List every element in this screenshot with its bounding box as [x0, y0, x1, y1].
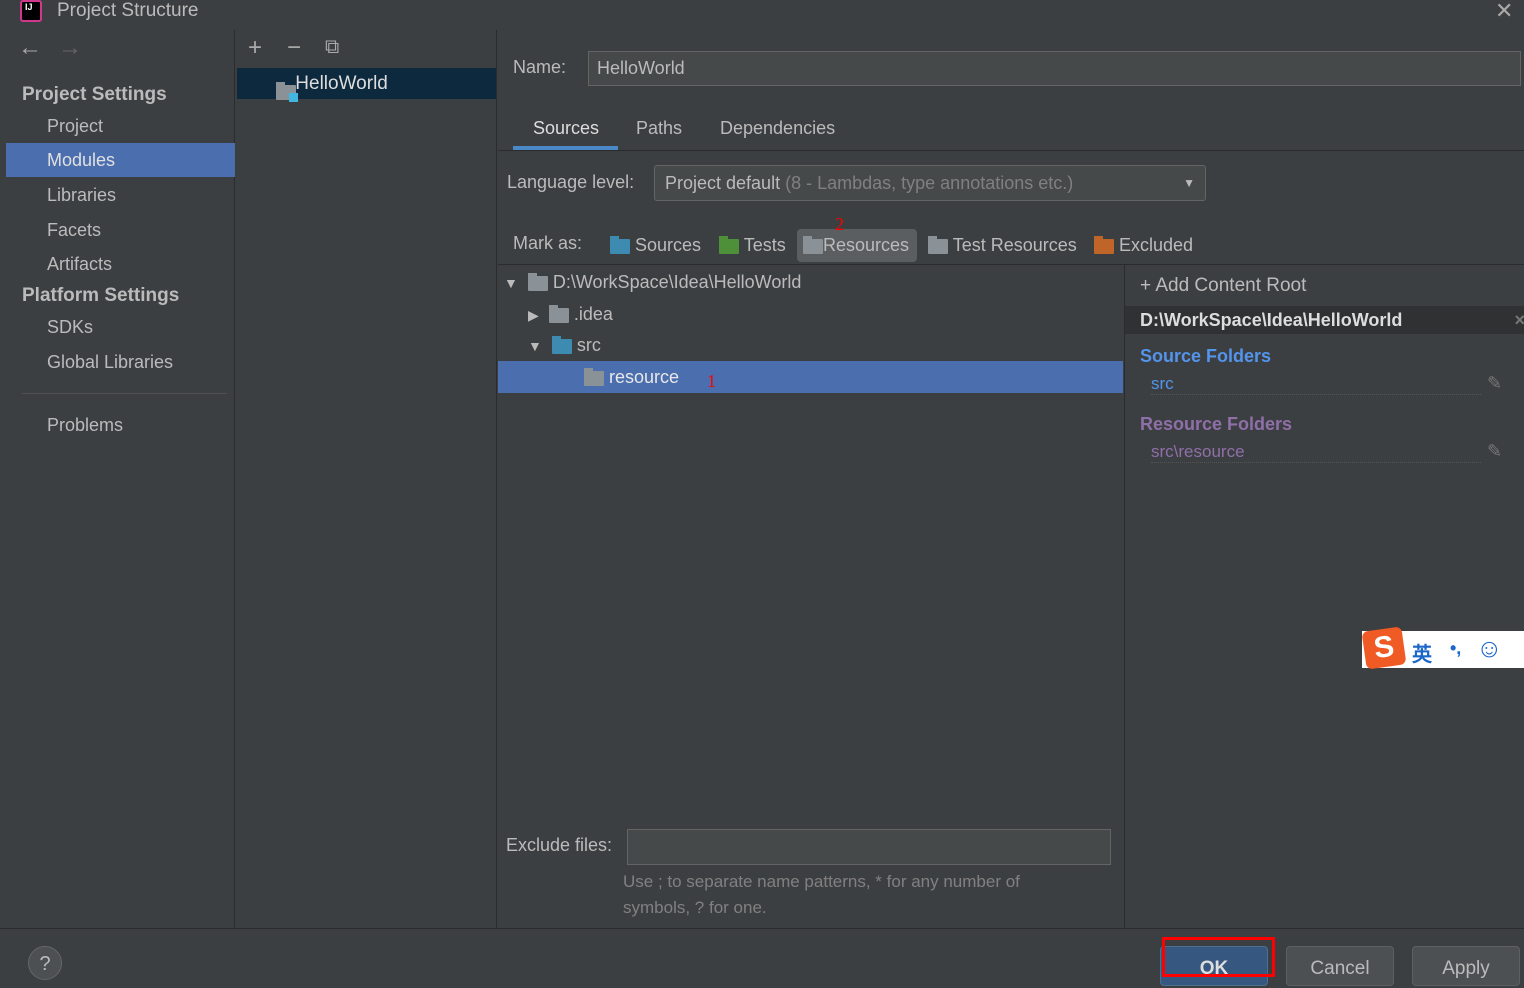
add-content-root-label: Add Content Root: [1155, 275, 1307, 296]
forward-arrow-icon[interactable]: →: [58, 34, 82, 62]
tab-sources[interactable]: Sources: [533, 118, 599, 139]
chevron-down-icon: ▼: [1183, 176, 1195, 190]
mark-sources-button[interactable]: Sources: [610, 235, 701, 257]
mark-tests-button[interactable]: Tests: [719, 235, 786, 256]
annotation-2: 2: [835, 214, 844, 234]
emoji-icon[interactable]: ☺: [1476, 633, 1503, 664]
language-level-value: Project default: [665, 173, 781, 193]
test-resources-folder-icon: [928, 235, 948, 254]
module-list-panel: + − ⧉ HelloWorld: [236, 30, 497, 928]
language-level-hint: (8 - Lambdas, type annotations etc.): [785, 173, 1074, 193]
mark-label: Resources: [823, 235, 910, 255]
sogou-logo-icon: S: [1361, 626, 1407, 670]
source-folder-item: src: [1151, 374, 1481, 395]
add-icon[interactable]: +: [248, 34, 262, 62]
apply-button[interactable]: Apply: [1412, 946, 1520, 986]
sidebar-item-global-libraries[interactable]: Global Libraries: [6, 345, 235, 379]
edit-pencil-icon[interactable]: ✎: [1487, 373, 1502, 394]
tab-paths[interactable]: Paths: [636, 118, 682, 139]
back-arrow-icon[interactable]: ←: [18, 34, 42, 62]
annotation-1: 1: [707, 371, 716, 391]
tree-node-resource[interactable]: resource 1: [498, 361, 1123, 393]
node-label: resource: [609, 367, 680, 387]
remove-root-icon[interactable]: ×: [1514, 306, 1524, 334]
resource-folders-heading: Resource Folders: [1140, 414, 1293, 434]
mark-test-resources-button[interactable]: Test Resources: [928, 235, 1077, 256]
project-settings-heading: Project Settings: [22, 84, 167, 105]
divider: [22, 393, 227, 394]
intellij-logo-icon: IJ: [20, 0, 42, 22]
exclude-hint-1: Use ; to separate name patterns, * for a…: [623, 872, 1020, 891]
tree-node-root[interactable]: ▼ D:\WorkSpace\Idea\HelloWorld: [498, 266, 1123, 298]
node-label: .idea: [573, 304, 613, 324]
help-button[interactable]: ?: [28, 946, 62, 980]
excluded-folder-icon: [1094, 235, 1114, 254]
collapse-arrow-icon[interactable]: ▼: [528, 338, 542, 354]
path-text: D:\WorkSpace\Idea\HelloWorld: [1140, 310, 1403, 330]
sidebar-item-facets[interactable]: Facets: [6, 213, 235, 247]
collapse-arrow-icon[interactable]: ▼: [504, 275, 518, 291]
mark-as-label: Mark as:: [513, 233, 583, 253]
sidebar-item-modules[interactable]: Modules: [6, 143, 235, 177]
content-root-path: D:\WorkSpace\Idea\HelloWorld ×: [1125, 306, 1524, 334]
tests-folder-icon: [719, 235, 739, 254]
cancel-button[interactable]: Cancel: [1286, 946, 1394, 986]
ime-toolbar[interactable]: S 英 •, ☺: [1361, 626, 1524, 670]
language-level-dropdown[interactable]: Project default (8 - Lambdas, type annot…: [654, 165, 1206, 201]
name-input[interactable]: [588, 51, 1521, 86]
tab-dependencies[interactable]: Dependencies: [720, 118, 835, 139]
node-label: src: [576, 335, 601, 355]
sidebar-item-project[interactable]: Project: [6, 109, 235, 143]
module-folder-icon: [276, 82, 298, 103]
plus-icon: +: [1140, 275, 1152, 296]
content-root-panel: + Add Content Root D:\WorkSpace\Idea\Hel…: [1124, 265, 1524, 928]
mark-excluded-button[interactable]: Excluded: [1094, 235, 1193, 256]
language-level-label: Language level:: [507, 172, 635, 192]
folder-icon: [527, 272, 548, 291]
folder-icon: [548, 304, 569, 323]
edit-pencil-icon[interactable]: ✎: [1487, 441, 1502, 462]
expand-arrow-icon[interactable]: ▶: [528, 307, 539, 323]
platform-settings-heading: Platform Settings: [22, 285, 180, 306]
sidebar-item-sdks[interactable]: SDKs: [6, 310, 235, 344]
exclude-files-input[interactable]: [627, 829, 1111, 865]
node-label: D:\WorkSpace\Idea\HelloWorld: [552, 272, 802, 292]
add-content-root-button[interactable]: + Add Content Root: [1140, 275, 1306, 297]
mark-resources-button[interactable]: Resources: [797, 229, 917, 262]
sidebar: ← → Project Settings Project Modules Lib…: [6, 30, 235, 928]
resources-folder-icon: [803, 235, 823, 254]
folder-tree: ▼ D:\WorkSpace\Idea\HelloWorld ▶ .idea ▼…: [498, 265, 1123, 828]
source-folders-heading: Source Folders: [1140, 346, 1272, 366]
tree-node-idea[interactable]: ▶ .idea: [498, 298, 1123, 330]
resource-folder-icon: [584, 367, 604, 386]
tree-node-src[interactable]: ▼ src: [498, 329, 1123, 361]
mark-label: Tests: [743, 235, 786, 255]
sidebar-item-libraries[interactable]: Libraries: [6, 178, 235, 212]
source-folder-icon: [551, 335, 572, 354]
ime-punct[interactable]: •,: [1450, 638, 1461, 659]
title-bar: IJ Project Structure ✕: [0, 0, 1524, 30]
remove-icon[interactable]: −: [287, 34, 301, 62]
mark-label: Test Resources: [952, 235, 1077, 255]
module-item-helloworld[interactable]: HelloWorld: [237, 68, 496, 103]
name-label: Name:: [513, 57, 567, 77]
exclude-files-label: Exclude files:: [506, 835, 613, 855]
exclude-hint-2: symbols, ? for one.: [623, 898, 767, 917]
mark-label: Sources: [635, 235, 702, 255]
copy-icon[interactable]: ⧉: [325, 36, 339, 59]
resource-folder-item: src\resource: [1151, 442, 1481, 463]
window-title: Project Structure: [57, 0, 199, 21]
close-icon[interactable]: ✕: [1495, 0, 1513, 24]
sidebar-item-artifacts[interactable]: Artifacts: [6, 247, 235, 281]
sources-folder-icon: [610, 235, 630, 254]
module-label: HelloWorld: [295, 73, 388, 94]
divider: [498, 150, 1524, 151]
mark-label: Excluded: [1119, 235, 1194, 255]
sidebar-item-problems[interactable]: Problems: [6, 408, 235, 442]
ok-highlight-box: [1162, 937, 1275, 977]
ime-lang[interactable]: 英: [1412, 638, 1432, 667]
divider: [0, 928, 1524, 929]
